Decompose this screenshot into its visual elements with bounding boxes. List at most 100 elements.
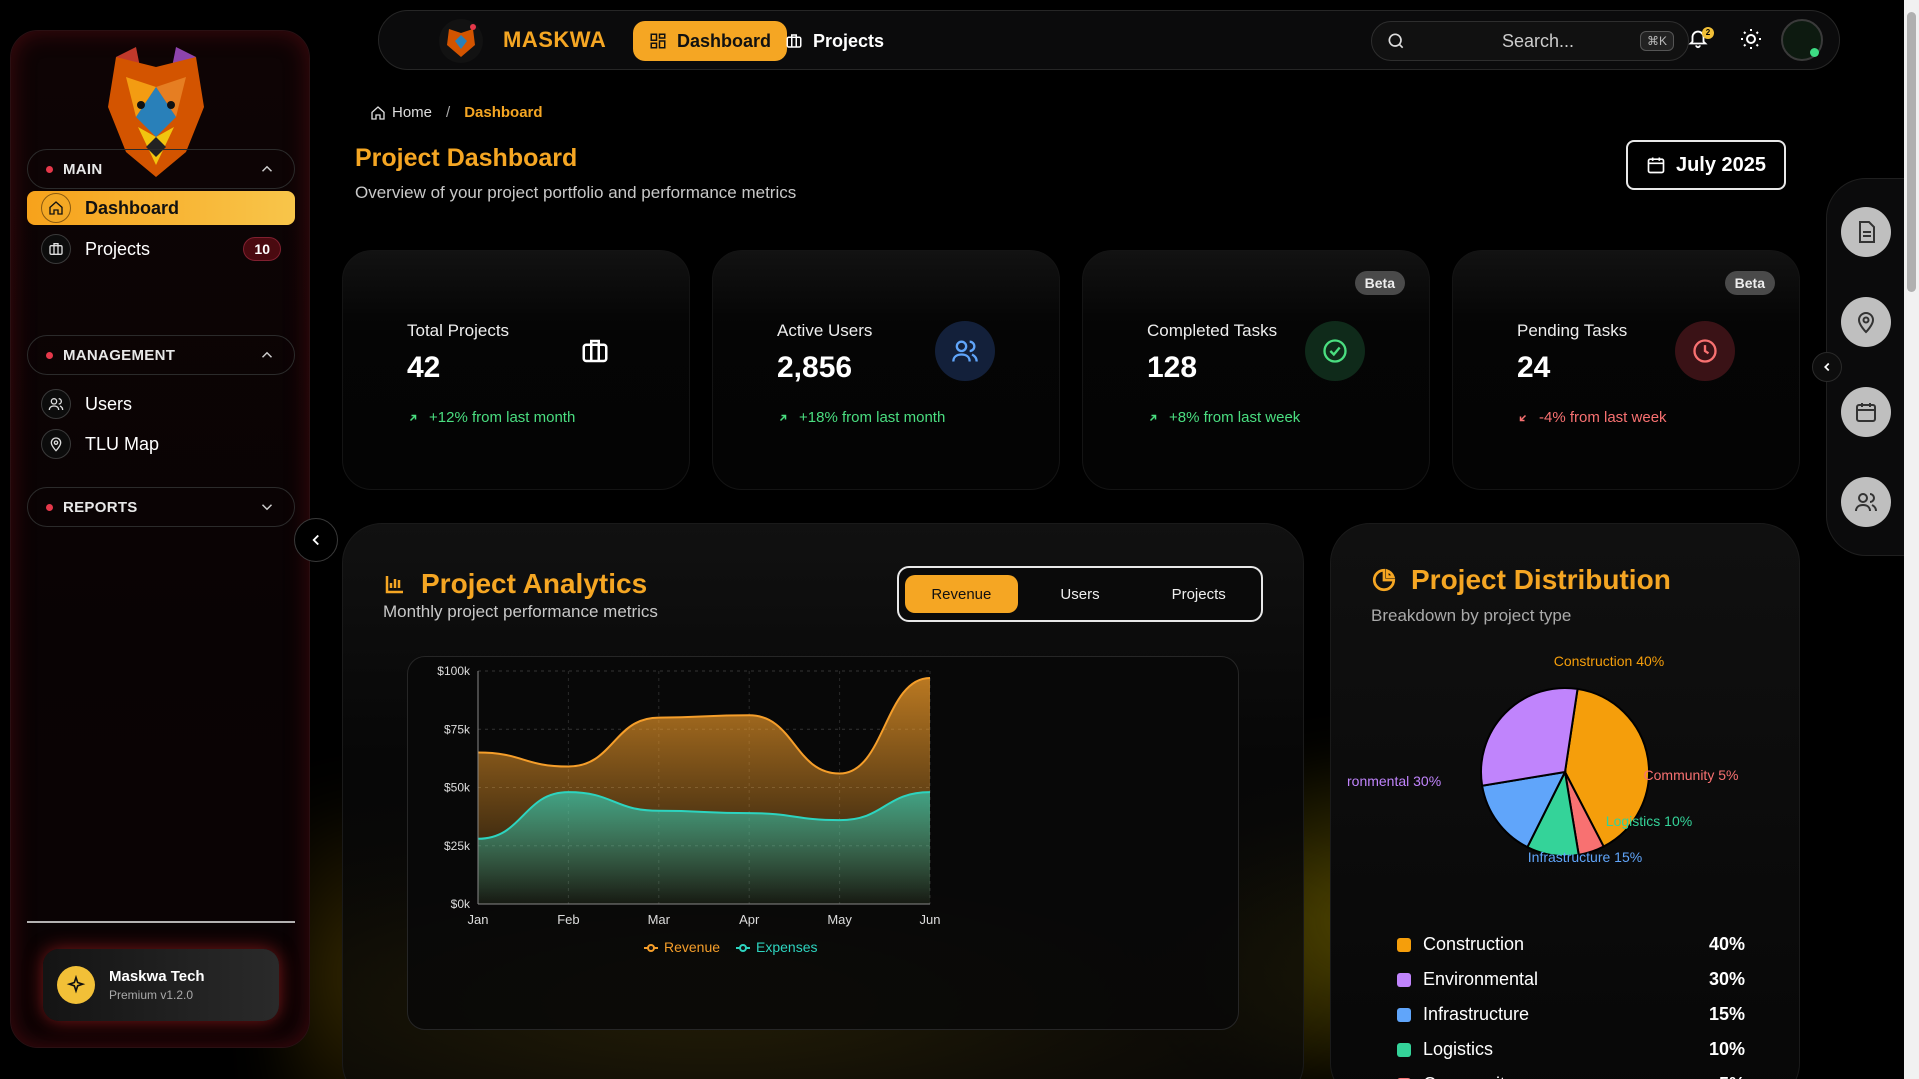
bar-chart-icon <box>385 576 403 594</box>
chevron-up-icon <box>261 165 273 172</box>
legend-item-logistics[interactable]: Logistics 10% <box>1397 1039 1745 1060</box>
section-main-header[interactable]: MAIN <box>27 149 295 189</box>
legend-swatch <box>1397 1007 1411 1022</box>
stat-value: 2,856 <box>777 351 853 384</box>
tab-projects[interactable]: Projects <box>1142 575 1255 613</box>
rail-map-button[interactable] <box>1841 297 1891 347</box>
sidebar-item-projects[interactable]: Projects 10 <box>27 232 295 266</box>
legend-revenue[interactable]: Revenue <box>644 939 720 955</box>
chevron-left-icon <box>312 534 319 546</box>
pie-label: Logistics 10% <box>1606 813 1692 829</box>
section-management-header[interactable]: MANAGEMENT <box>27 335 295 375</box>
rail-calendar-button[interactable] <box>1841 387 1891 437</box>
sidebar-divider <box>27 921 295 923</box>
pie-chart-icon <box>1372 568 1396 592</box>
chevron-up-icon <box>261 351 273 358</box>
sidebar: MAIN Dashboard Projects 10 MANAGEMENT Us… <box>10 30 310 1048</box>
legend-percent: 40% <box>1708 934 1745 954</box>
stat-value: 42 <box>407 351 441 384</box>
breadcrumb-home[interactable]: Home <box>392 104 432 121</box>
legend-percent: 15% <box>1708 1004 1745 1024</box>
user-avatar[interactable] <box>1781 19 1823 61</box>
profile-plan: Premium v1.2.0 <box>109 988 194 1002</box>
tab-users[interactable]: Users <box>1024 575 1137 613</box>
section-reports-header[interactable]: REPORTS <box>27 487 295 527</box>
sidebar-collapse-button[interactable] <box>294 518 338 562</box>
stat-card-active-users[interactable]: Active Users 2,856 +18% from last month <box>712 250 1060 490</box>
stat-card-total-projects[interactable]: Total Projects 42 +12% from last month <box>342 250 690 490</box>
calendar-icon <box>1856 403 1876 422</box>
legend-percent: 5% <box>1719 1074 1745 1079</box>
beta-badge: Beta <box>1354 271 1405 295</box>
search-icon <box>1388 33 1404 49</box>
distribution-title: Project Distribution <box>1371 564 1671 596</box>
rail-toggle-button[interactable] <box>1812 352 1842 382</box>
users-icon <box>935 321 995 381</box>
map-pin-icon <box>41 429 71 459</box>
page-subtitle: Overview of your project portfolio and p… <box>355 183 797 202</box>
search-input[interactable] <box>1502 30 1612 52</box>
page-title: Project Dashboard <box>355 144 578 172</box>
tab-projects[interactable]: Projects <box>769 21 900 61</box>
legend-swatch <box>1397 972 1411 987</box>
rail-document-button[interactable] <box>1841 207 1891 257</box>
profile-name: Maskwa Tech <box>109 968 205 985</box>
legend-item-environmental[interactable]: Environmental 30% <box>1397 969 1745 990</box>
legend-item-construction[interactable]: Construction 40% <box>1397 934 1745 955</box>
briefcase-icon <box>565 321 625 381</box>
search-box[interactable]: ⌘K <box>1371 21 1689 61</box>
notification-badge: 2 <box>1702 27 1714 39</box>
stat-change: +18% from last month <box>777 409 945 426</box>
clock-icon <box>1675 321 1735 381</box>
stat-label: Active Users <box>777 321 873 340</box>
svg-text:Expenses: Expenses <box>756 939 817 955</box>
stat-value: 128 <box>1147 351 1198 384</box>
legend-percent: 10% <box>1708 1039 1745 1059</box>
legend-item-infrastructure[interactable]: Infrastructure 15% <box>1397 1004 1745 1025</box>
x-tick-label: May <box>827 912 852 927</box>
pie-slice-environmental[interactable] <box>1480 687 1579 787</box>
y-tick-label: $0k <box>451 897 471 911</box>
y-tick-label: $25k <box>444 839 471 853</box>
sun-icon[interactable] <box>1739 27 1763 51</box>
legend-label: Logistics <box>1423 1039 1494 1059</box>
bear-logo-small[interactable] <box>439 19 483 63</box>
map-pin-icon <box>1857 312 1875 334</box>
y-tick-label: $100k <box>437 664 471 678</box>
rail-users-button[interactable] <box>1841 477 1891 527</box>
tab-dashboard[interactable]: Dashboard <box>633 21 788 61</box>
breadcrumb: Home / Dashboard <box>370 104 543 121</box>
stat-card-pending-tasks[interactable]: Beta Pending Tasks 24 -4% from last week <box>1452 250 1800 490</box>
distribution-subtitle: Breakdown by project type <box>1371 606 1572 625</box>
scrollbar-thumb[interactable] <box>1907 12 1916 292</box>
y-tick-label: $75k <box>444 722 471 736</box>
stat-change: -4% from last week <box>1517 409 1667 426</box>
legend-label: Environmental <box>1423 969 1539 989</box>
stat-change: +8% from last week <box>1147 409 1300 426</box>
arrow-up-right-icon <box>1149 414 1157 421</box>
document-icon <box>1859 221 1875 243</box>
users-icon <box>1855 493 1877 512</box>
legend-swatch <box>1397 937 1411 952</box>
x-tick-label: Jun <box>920 912 941 927</box>
profile-card[interactable]: Maskwa Tech Premium v1.2.0 <box>43 949 279 1021</box>
stat-card-completed-tasks[interactable]: Beta Completed Tasks 128 +8% from last w… <box>1082 250 1430 490</box>
legend-percent: 30% <box>1708 969 1745 989</box>
date-picker-button[interactable]: July 2025 <box>1626 140 1786 190</box>
area-chart-svg: $0k $25k $50k $75k $100k Jan Feb Mar Apr May Jun Re… <box>437 664 941 955</box>
y-tick-label: $50k <box>444 781 471 795</box>
distribution-panel: Project Distribution Breakdown by projec… <box>1330 523 1800 1079</box>
pie-label: Construction 40% <box>1554 653 1665 669</box>
users-icon <box>41 389 71 419</box>
sidebar-item-users[interactable]: Users <box>27 387 295 421</box>
calendar-icon <box>1647 157 1665 174</box>
x-tick-label: Mar <box>648 912 671 927</box>
legend-item-community[interactable]: Community 5% <box>1397 1074 1745 1079</box>
check-circle-icon <box>1305 321 1365 381</box>
pie-chart-svg: Construction 40% ronmental 30% Community 5… <box>1347 653 1738 865</box>
page-scrollbar[interactable] <box>1904 0 1919 1079</box>
tab-revenue[interactable]: Revenue <box>905 575 1018 613</box>
legend-expenses[interactable]: Expenses <box>736 939 817 955</box>
sidebar-item-tlu-map[interactable]: TLU Map <box>27 427 295 461</box>
sidebar-item-dashboard[interactable]: Dashboard <box>27 191 295 225</box>
